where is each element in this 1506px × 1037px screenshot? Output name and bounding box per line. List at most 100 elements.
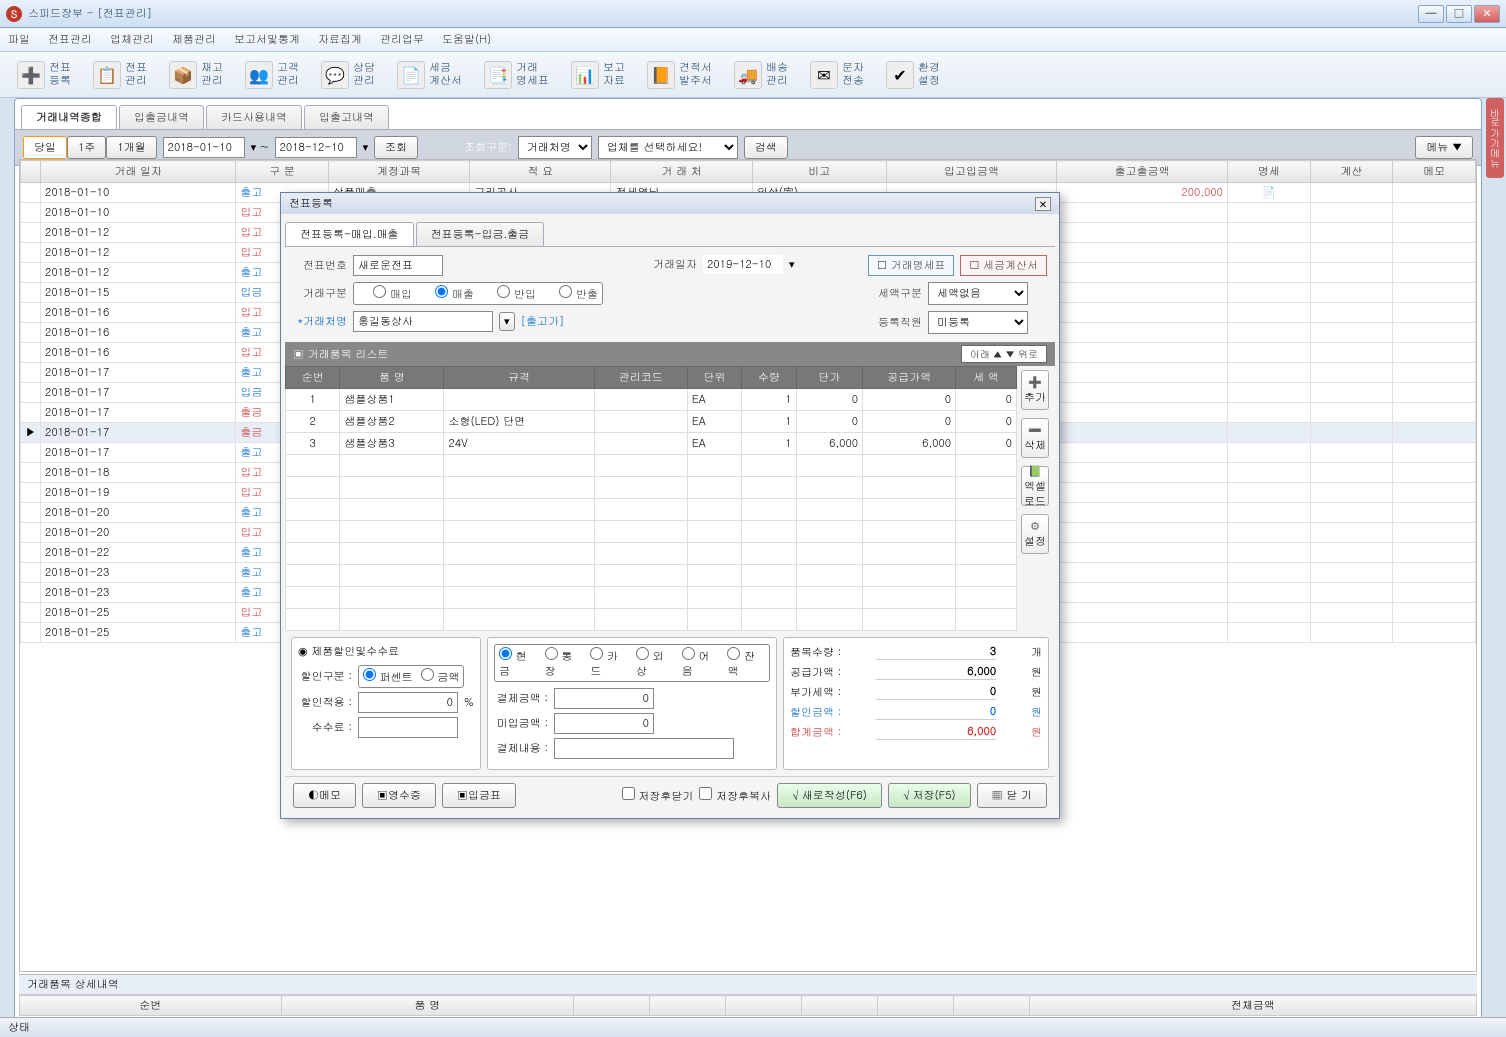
menu-item[interactable]: 제품관리	[172, 32, 216, 47]
menu-item[interactable]: 도움말(H)	[442, 32, 491, 47]
period-button[interactable]: 1개월	[106, 136, 156, 159]
radio-option[interactable]: 반입	[482, 285, 536, 302]
radio-option[interactable]: 어음	[682, 647, 720, 679]
item-row[interactable]: 1샘플상품1EA1000	[286, 389, 1017, 411]
stmt-checkbox[interactable]: ☐ 거래명세표	[868, 255, 955, 276]
item-nav-buttons[interactable]: 아래 ▲ ▼ 위로	[961, 345, 1047, 363]
price-type-link[interactable]: [출고가]	[521, 314, 565, 329]
item-side-button[interactable]: ➕추가	[1021, 370, 1049, 410]
toolbar-icon: 🚚	[734, 61, 762, 89]
window-title: 스피드장부 - [전표관리]	[28, 6, 152, 21]
discount-rate-label: 할인적용 :	[298, 695, 352, 710]
content-tab[interactable]: 입출고내역	[304, 105, 389, 129]
fee-label: 수수료 :	[298, 720, 352, 735]
search2-button[interactable]: 검색	[744, 136, 788, 159]
customer-lookup-button[interactable]: ▾	[499, 312, 515, 331]
customer-input[interactable]	[353, 311, 493, 332]
new-button[interactable]: √ 새로작성(F6)	[777, 783, 882, 808]
toolbar-button[interactable]: 📦재고 관리	[160, 58, 232, 92]
modal-close-button[interactable]: ✕	[1035, 197, 1051, 211]
employee-combo[interactable]: 미등록	[928, 311, 1028, 334]
toolbar-button[interactable]: ✉문자 전송	[801, 58, 873, 92]
toolbar-button[interactable]: 📋전표 관리	[84, 58, 156, 92]
pay-amount-label: 결제금액 :	[494, 691, 548, 706]
radio-option[interactable]: 외상	[636, 647, 674, 679]
content-tab[interactable]: 입출금내역	[119, 105, 204, 129]
toolbar-button[interactable]: 📊보고 자료	[562, 58, 634, 92]
shortcut-sidepanel[interactable]: 바로가기메뉴	[1486, 98, 1504, 178]
radio-option[interactable]: 반출	[544, 285, 598, 302]
toolbar-icon: ✉	[810, 61, 838, 89]
discount-rate-input[interactable]	[358, 692, 458, 713]
tax-type-combo[interactable]: 세액없음	[928, 282, 1028, 305]
toolbar-button[interactable]: 📑거래 명세표	[475, 58, 558, 92]
toolbar-button[interactable]: ➕전표 등록	[8, 58, 80, 92]
unpaid-input[interactable]	[554, 713, 654, 734]
menu-item[interactable]: 업체관리	[110, 32, 154, 47]
taxinv-checkbox[interactable]: ☐ 세금계산서	[960, 255, 1047, 276]
radio-option[interactable]: 통장	[545, 647, 583, 679]
search-button[interactable]: 조회	[374, 136, 418, 159]
toolbar-button[interactable]: ✔환경 설정	[877, 58, 949, 92]
toolbar-button[interactable]: 👥고객 관리	[236, 58, 308, 92]
menu-item[interactable]: 보고서및통계	[234, 32, 300, 47]
toolbar-button[interactable]: 📄세금 계산서	[388, 58, 471, 92]
trans-type-radios[interactable]: 매입 매출 반입 반출	[353, 282, 603, 305]
save-button[interactable]: √ 저장(F5)	[888, 783, 971, 808]
menu-item[interactable]: 파일	[8, 32, 30, 47]
pay-amount-input[interactable]	[554, 688, 654, 709]
toolbar-icon: 📙	[647, 61, 675, 89]
payment-type-radios[interactable]: 현금 통장 카드 외상 어음 잔액	[494, 644, 770, 682]
item-side-button[interactable]: ➖삭제	[1021, 418, 1049, 458]
payslip-button[interactable]: ▣입금표	[442, 783, 516, 808]
savecopy-checkbox[interactable]: 저장후복사	[699, 787, 771, 804]
maximize-button[interactable]: □	[1446, 5, 1472, 23]
unpaid-label: 미입금액 :	[494, 716, 548, 731]
toolbar-icon: 📦	[169, 61, 197, 89]
close-button[interactable]: ✕	[1474, 5, 1500, 23]
pay-note-input[interactable]	[554, 738, 734, 759]
menu-item[interactable]: 자료집계	[318, 32, 362, 47]
content-tab[interactable]: 거래내역종합	[21, 105, 117, 129]
menu-button[interactable]: 메뉴 ▼	[1415, 136, 1473, 159]
minimize-button[interactable]: ─	[1418, 5, 1444, 23]
toolbar-button[interactable]: 📙견적서 발주서	[638, 58, 721, 92]
item-row[interactable]: 2샘플상품2소형(LED) 단면EA1000	[286, 411, 1017, 433]
receipt-button[interactable]: ▣영수증	[362, 783, 436, 808]
menu-item[interactable]: 관리업무	[380, 32, 424, 47]
trans-date-input[interactable]	[703, 255, 783, 274]
toolbar-icon: 📊	[571, 61, 599, 89]
item-row[interactable]: 3샘플상품324VEA16,0006,0000	[286, 433, 1017, 455]
radio-option[interactable]: 매출	[420, 285, 474, 302]
pay-note-label: 결제내용 :	[494, 741, 548, 756]
fee-input[interactable]	[358, 717, 458, 738]
radio-option[interactable]: 매입	[358, 285, 412, 302]
toolbar-icon: 📋	[93, 61, 121, 89]
content-tab[interactable]: 카드사용내역	[206, 105, 302, 129]
date-to-input[interactable]	[275, 137, 357, 158]
radio-option[interactable]: 카드	[590, 647, 628, 679]
item-grid[interactable]: 순번품 명규격관리코드단위수량단가공급가액세 액1샘플상품1EA10002샘플상…	[285, 366, 1017, 631]
modal-close2-button[interactable]: ▦ 닫 기	[977, 783, 1047, 808]
menu-item[interactable]: 전표관리	[48, 32, 92, 47]
period-button[interactable]: 당일	[23, 136, 67, 159]
toolbar-button[interactable]: 🚚배송 관리	[725, 58, 797, 92]
slip-no-input[interactable]	[353, 255, 443, 276]
radio-option[interactable]: 현금	[499, 647, 537, 679]
date-from-input[interactable]	[163, 137, 245, 158]
modal-tab[interactable]: 전표등록-입금.출금	[416, 222, 545, 246]
radio-option[interactable]: 잔액	[727, 647, 765, 679]
saveclose-checkbox[interactable]: 저장후닫기	[622, 787, 694, 804]
item-side-button[interactable]: 📗엑셀 로드	[1021, 466, 1049, 506]
toolbar-button[interactable]: 💬상담 관리	[312, 58, 384, 92]
company-combo[interactable]: 업체를 선택하세요!	[598, 136, 738, 159]
period-button[interactable]: 1주	[67, 136, 106, 159]
radio-option[interactable]: 퍼센트	[363, 668, 413, 685]
item-side-button[interactable]: ⚙설정	[1021, 514, 1049, 554]
radio-option[interactable]: 금액	[421, 668, 460, 685]
memo-button[interactable]: ◐메모	[293, 783, 356, 808]
discount-type-radios[interactable]: 퍼센트 금액	[358, 665, 464, 688]
detail-panel: 거래품목 상세내역 순번품 명전체금액	[19, 974, 1477, 1022]
modal-tab[interactable]: 전표등록-매입.매출	[285, 222, 414, 246]
group-combo[interactable]: 거래처명	[518, 136, 592, 159]
